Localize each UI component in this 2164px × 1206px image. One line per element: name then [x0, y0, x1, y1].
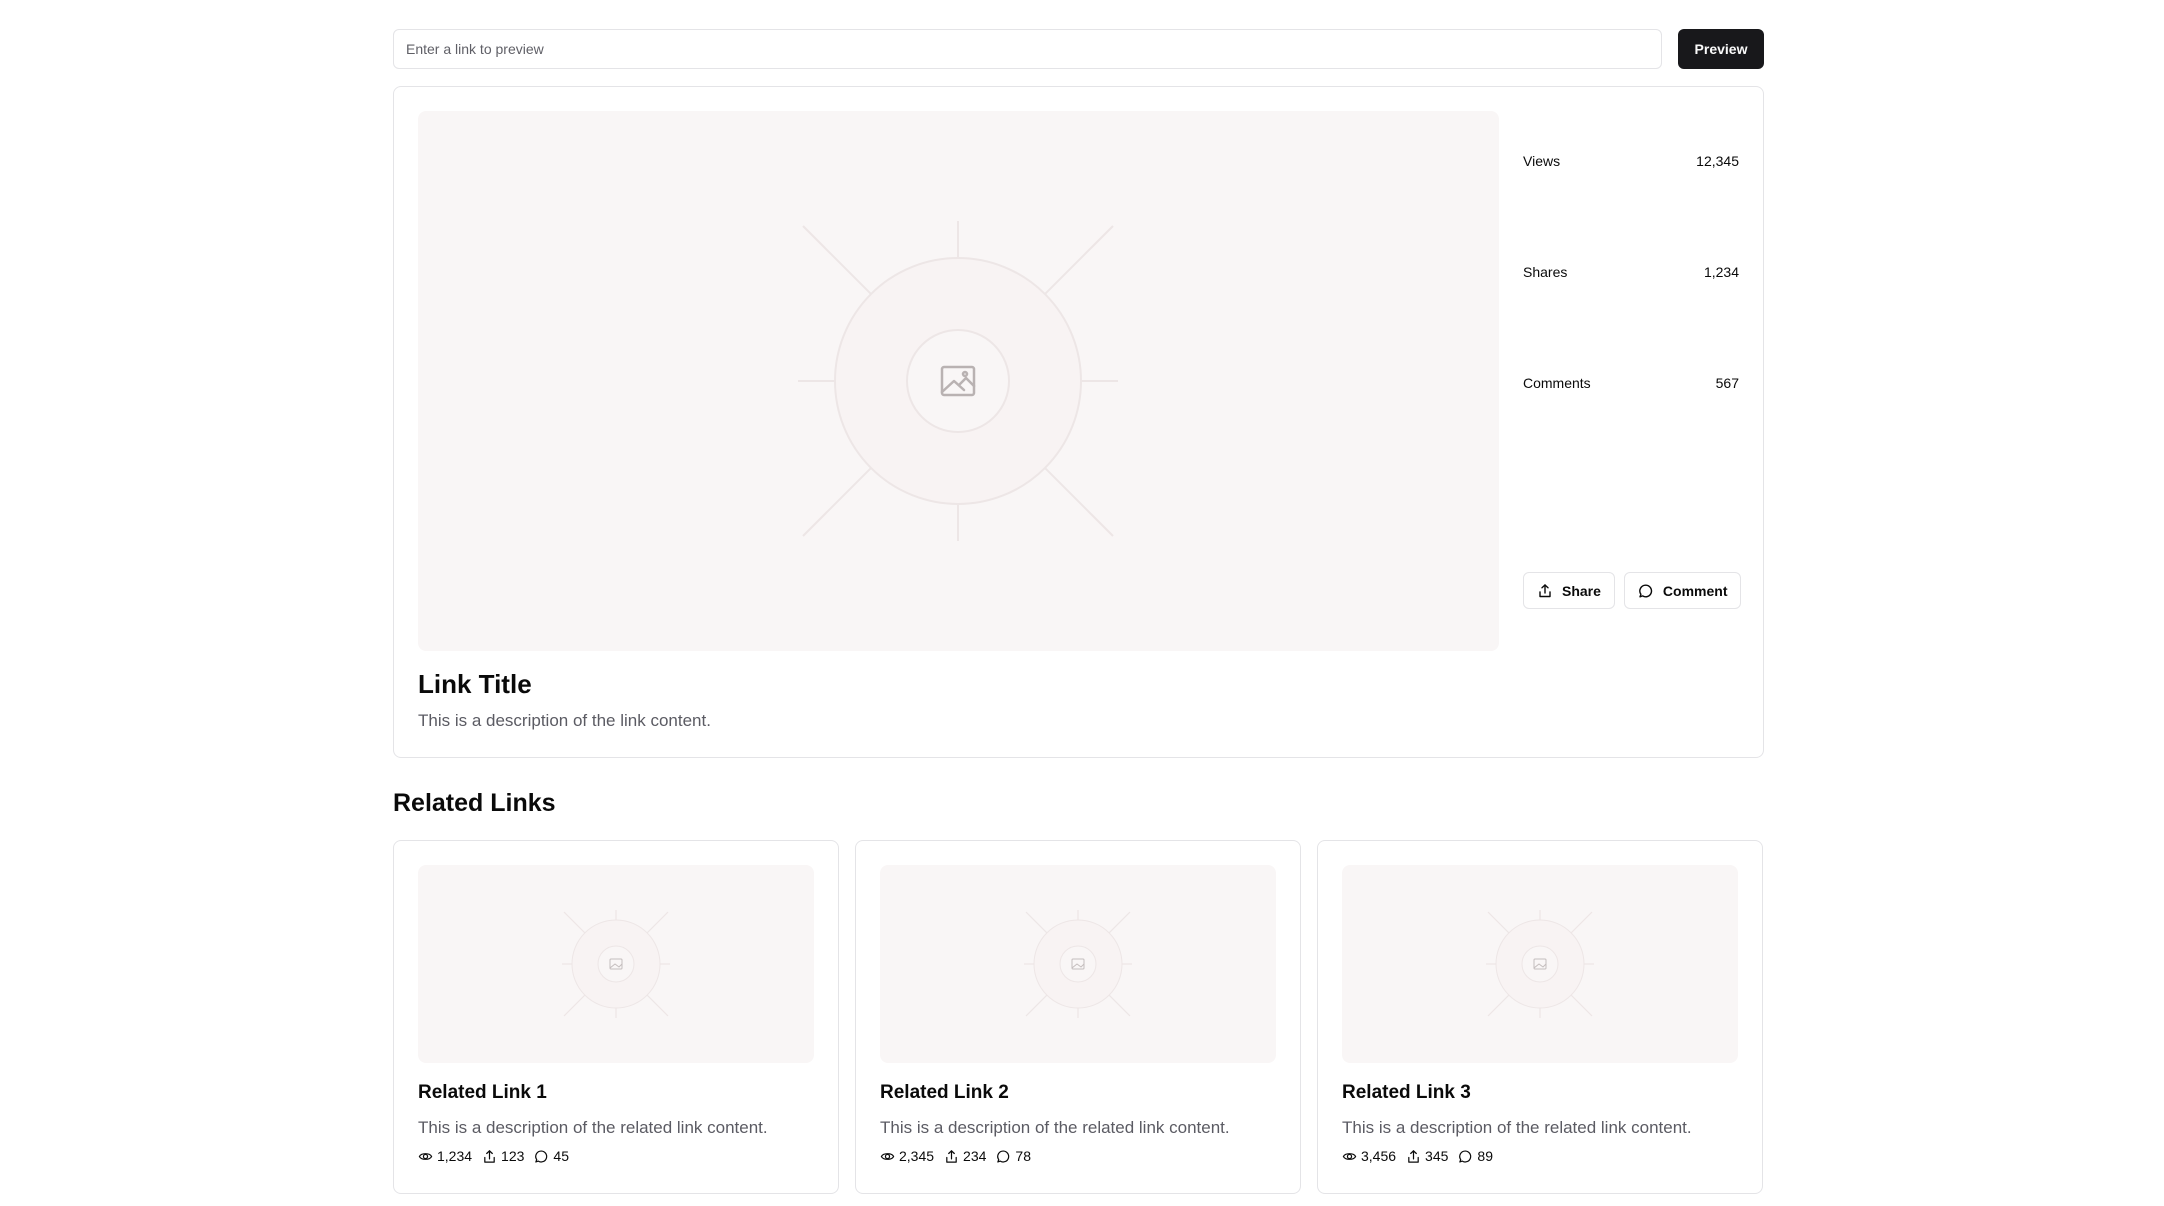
related-links-grid: Related Link 1 This is a description of …	[393, 840, 1763, 1194]
share-button-label: Share	[1562, 582, 1601, 599]
shares-stat: 234	[944, 1148, 986, 1164]
comments-count: 78	[1015, 1148, 1031, 1164]
shares-stat: 123	[482, 1148, 524, 1164]
shares-count: 123	[501, 1148, 525, 1164]
page-container: Preview	[393, 29, 1764, 1194]
stat-shares: Shares 1,234	[1523, 262, 1739, 282]
related-link-title: Related Link 1	[418, 1082, 547, 1103]
related-links-heading: Related Links	[393, 789, 556, 817]
related-link-card[interactable]: Related Link 3 This is a description of …	[1317, 840, 1763, 1194]
comments-stat: 78	[996, 1148, 1031, 1164]
views-count: 1,234	[437, 1148, 473, 1164]
comment-button[interactable]: Comment	[1623, 572, 1742, 609]
share-icon	[1408, 1149, 1419, 1163]
views-stat: 2,345	[880, 1148, 934, 1164]
shares-count: 234	[963, 1148, 987, 1164]
link-title: Link Title	[418, 669, 532, 699]
stat-views: Views 12,345	[1523, 151, 1739, 171]
related-link-image	[880, 865, 1276, 1063]
stat-label: Views	[1523, 153, 1561, 169]
related-link-description: This is a description of the related lin…	[418, 1118, 768, 1137]
views-count: 3,456	[1361, 1148, 1397, 1164]
stat-label: Shares	[1523, 264, 1568, 280]
link-preview-card: Views 12,345 Shares 1,234 Comments 567 S…	[393, 86, 1764, 758]
image-placeholder-icon	[1486, 910, 1594, 1018]
stat-value: 567	[1715, 375, 1739, 391]
share-button[interactable]: Share	[1523, 572, 1615, 609]
comment-icon	[535, 1149, 548, 1163]
related-link-card[interactable]: Related Link 1 This is a description of …	[393, 840, 839, 1194]
action-buttons: Share Comment	[1523, 572, 1742, 609]
image-placeholder-icon	[562, 910, 670, 1018]
stat-value: 1,234	[1703, 264, 1739, 280]
comments-count: 45	[553, 1148, 569, 1164]
shares-stat: 345	[1406, 1148, 1448, 1164]
stat-comments: Comments 567	[1523, 373, 1739, 393]
related-link-image	[418, 865, 814, 1063]
related-link-description: This is a description of the related lin…	[880, 1118, 1230, 1137]
related-link-description: This is a description of the related lin…	[1342, 1118, 1692, 1137]
comment-button-label: Comment	[1662, 582, 1728, 599]
related-link-title: Related Link 3	[1342, 1082, 1471, 1103]
comments-count: 89	[1477, 1148, 1493, 1164]
related-link-card[interactable]: Related Link 2 This is a description of …	[855, 840, 1301, 1194]
eye-icon	[418, 1152, 433, 1160]
search-row: Preview	[393, 29, 1764, 69]
related-link-stats: 2,345 234 78	[880, 1148, 1031, 1164]
image-placeholder-icon	[798, 221, 1118, 541]
related-link-title: Related Link 2	[880, 1082, 1009, 1103]
comment-icon	[1459, 1149, 1472, 1163]
stats-panel: Views 12,345 Shares 1,234 Comments 567	[1523, 151, 1739, 393]
image-placeholder-icon	[1024, 910, 1132, 1018]
link-preview-image	[418, 111, 1499, 651]
preview-button[interactable]: Preview	[1678, 29, 1764, 69]
shares-count: 345	[1425, 1148, 1449, 1164]
related-link-image	[1342, 865, 1738, 1063]
comments-stat: 89	[1458, 1148, 1493, 1164]
views-stat: 3,456	[1342, 1148, 1396, 1164]
related-link-stats: 3,456 345 89	[1342, 1148, 1493, 1164]
views-count: 2,345	[899, 1148, 935, 1164]
views-stat: 1,234	[418, 1148, 472, 1164]
share-icon	[1539, 583, 1551, 597]
comment-icon	[997, 1149, 1010, 1163]
link-description: This is a description of the link conten…	[418, 711, 711, 730]
eye-icon	[1342, 1152, 1357, 1160]
share-icon	[946, 1149, 957, 1163]
comments-stat: 45	[534, 1148, 569, 1164]
stat-value: 12,345	[1696, 153, 1739, 169]
comment-icon	[1639, 584, 1653, 597]
stat-label: Comments	[1523, 375, 1591, 391]
share-icon	[484, 1149, 495, 1163]
related-link-stats: 1,234 123 45	[418, 1148, 569, 1164]
link-input[interactable]	[393, 29, 1662, 69]
eye-icon	[880, 1152, 895, 1160]
